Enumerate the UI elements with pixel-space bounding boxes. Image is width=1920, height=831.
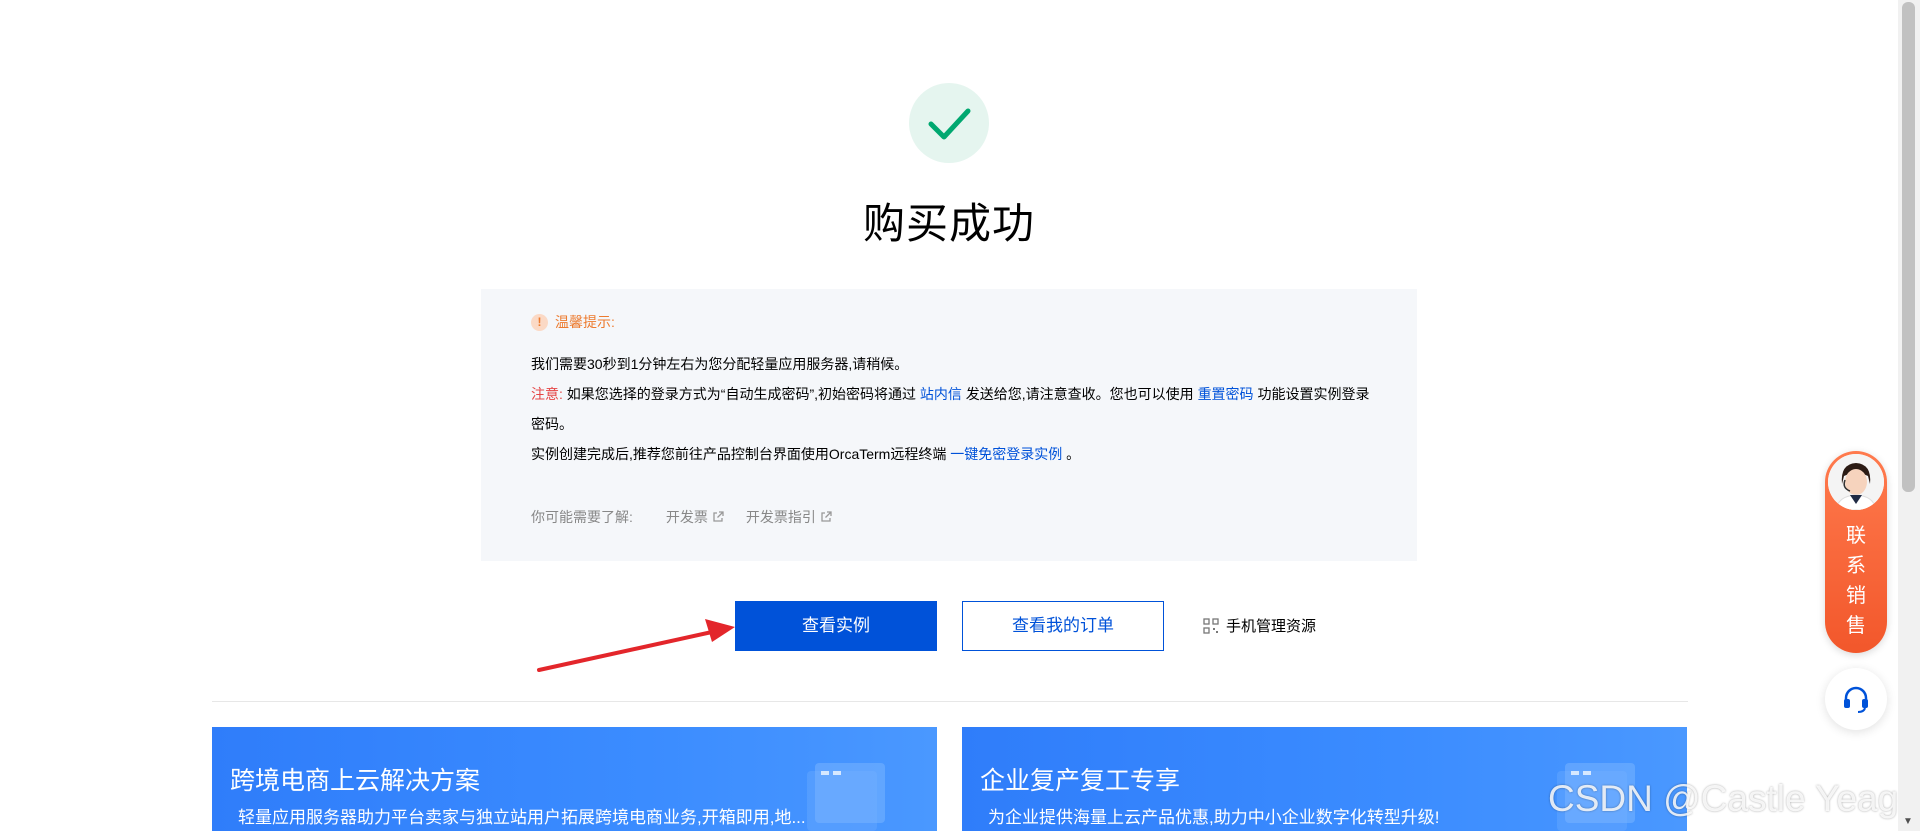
- headset-icon: [1844, 686, 1868, 713]
- page-title: 购买成功: [862, 200, 1035, 247]
- learn-more-row: 你可能需要了解: 开发票 开发票指引: [531, 507, 832, 527]
- view-instance-button[interactable]: 查看实例: [735, 601, 937, 651]
- notice-text: 发送给您,请注意查收。您也可以使用: [961, 386, 1198, 402]
- banner-description: 为企业提供海量上云产品优惠,助力中小企业数字化转型升级!: [988, 808, 1440, 827]
- contact-sales-label: 联系销售: [1825, 521, 1887, 641]
- notice-box: ! 温馨提示: 我们需要30秒到1分钟左右为您分配轻量应用服务器,请稍候。 注意…: [481, 289, 1417, 561]
- invoice-link-label: 开发票: [665, 509, 708, 525]
- sales-avatar: [1828, 454, 1884, 510]
- success-check-icon: [909, 83, 989, 163]
- server-illustration-icon: [807, 763, 885, 831]
- invoice-guide-link-label: 开发票指引: [745, 509, 816, 525]
- inbox-message-link[interactable]: 站内信: [920, 386, 962, 402]
- customer-support-button[interactable]: [1825, 668, 1887, 730]
- section-divider: [212, 701, 1688, 702]
- mobile-manage-label: 手机管理资源: [1226, 618, 1317, 635]
- page-scrollbar[interactable]: ▼: [1898, 0, 1920, 831]
- invoice-link[interactable]: 开发票: [666, 507, 724, 527]
- scroll-down-arrow-icon[interactable]: ▼: [1903, 816, 1913, 827]
- notice-text: 。: [1062, 446, 1081, 462]
- external-link-icon: [713, 511, 724, 522]
- notice-body: 我们需要30秒到1分钟左右为您分配轻量应用服务器,请稍候。 注意: 如果您选择的…: [531, 349, 1371, 469]
- notice-line-2: 注意: 如果您选择的登录方式为“自动生成密码”,初始密码将通过 站内信 发送给您…: [531, 379, 1371, 439]
- banner-title: 跨境电商上云解决方案: [230, 767, 481, 795]
- notice-line-3: 实例创建完成后,推荐您前往产品控制台界面使用OrcaTerm远程终端 一键免密登…: [531, 439, 1371, 469]
- notice-header: ! 温馨提示:: [531, 312, 615, 332]
- learn-more-label: 你可能需要了解:: [531, 509, 633, 525]
- view-orders-button[interactable]: 查看我的订单: [962, 601, 1164, 651]
- mobile-manage-link[interactable]: 手机管理资源: [1203, 615, 1316, 636]
- qr-code-icon: [1203, 617, 1219, 634]
- warning-icon: !: [531, 313, 548, 331]
- notice-title: 温馨提示:: [555, 314, 615, 330]
- notice-line-1: 我们需要30秒到1分钟左右为您分配轻量应用服务器,请稍候。: [531, 356, 909, 372]
- one-click-login-link[interactable]: 一键免密登录实例: [950, 446, 1062, 462]
- notice-text: 如果您选择的登录方式为“自动生成密码”,初始密码将通过: [562, 386, 920, 402]
- banner-title: 企业复产复工专享: [980, 767, 1181, 795]
- contact-sales-text: 联系销售: [1846, 525, 1866, 637]
- banner-description: 轻量应用服务器助力平台卖家与独立站用户拓展跨境电商业务,开箱即用,地...: [238, 808, 806, 827]
- notice-caution-label: 注意:: [531, 386, 563, 402]
- reset-password-link[interactable]: 重置密码: [1198, 386, 1254, 402]
- invoice-guide-link[interactable]: 开发票指引: [746, 507, 832, 527]
- scrollbar-thumb[interactable]: [1902, 2, 1915, 492]
- external-link-icon: [821, 511, 832, 522]
- notice-text: 实例创建完成后,推荐您前往产品控制台界面使用OrcaTerm远程终端: [531, 446, 951, 462]
- promo-banner-cross-border[interactable]: 跨境电商上云解决方案 轻量应用服务器助力平台卖家与独立站用户拓展跨境电商业务,开…: [212, 727, 937, 831]
- csdn-watermark: CSDN @Castle Yeager: [1548, 778, 1920, 819]
- contact-sales-widget[interactable]: 联系销售: [1825, 451, 1887, 653]
